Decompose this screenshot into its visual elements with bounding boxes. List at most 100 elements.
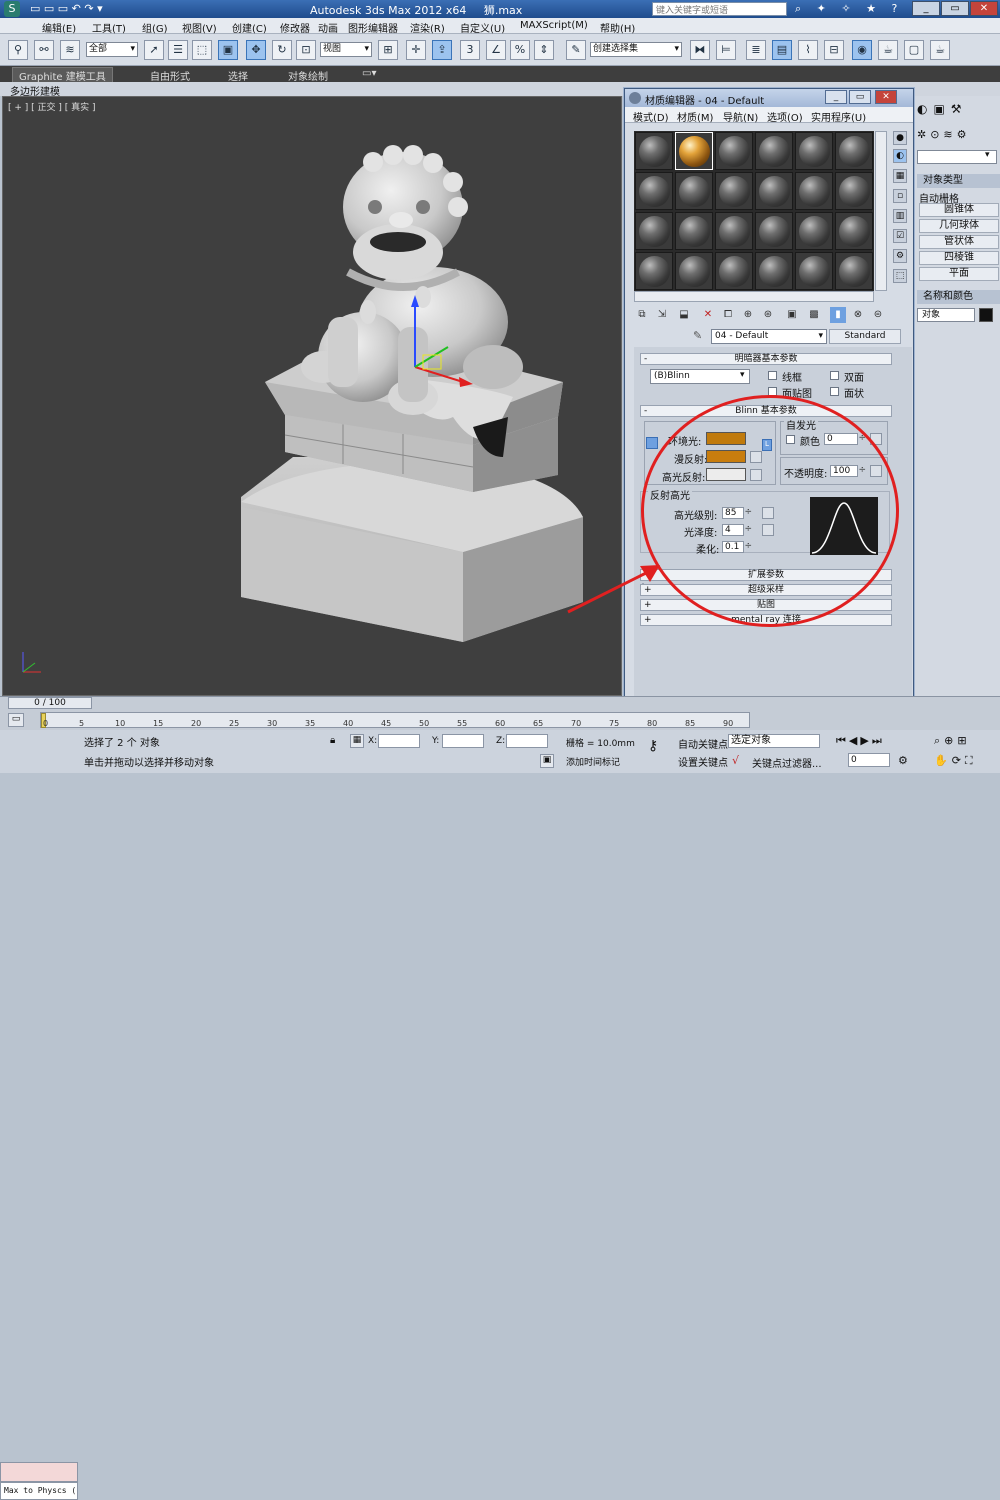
rect-selection-icon[interactable]: ⬚ bbox=[192, 40, 212, 60]
infocenter-icons[interactable]: ⌕ ✦ ✧ ★ ? bbox=[795, 2, 903, 16]
shader-dropdown[interactable]: (B)Blinn bbox=[650, 369, 750, 384]
ambient-color-swatch[interactable] bbox=[706, 432, 746, 445]
maxscript-listener-top[interactable] bbox=[0, 1462, 78, 1482]
ref-coord-dropdown[interactable]: 视图 bbox=[320, 42, 372, 57]
curve-editor-icon[interactable]: ⌇ bbox=[798, 40, 818, 60]
percent-snap-icon[interactable]: % bbox=[510, 40, 530, 60]
close-button[interactable]: ✕ bbox=[970, 1, 998, 16]
geosphere-button[interactable]: 几何球体 bbox=[919, 219, 999, 233]
menu-animation[interactable]: 动画 bbox=[318, 20, 338, 35]
selection-filter-dropdown[interactable]: 全部 bbox=[86, 42, 138, 57]
self-illum-spinner[interactable]: 0 bbox=[824, 433, 866, 445]
mated-menu-utilities[interactable]: 实用程序(U) bbox=[811, 109, 866, 124]
menu-edit[interactable]: 编辑(E) bbox=[42, 20, 76, 35]
perspective-viewport[interactable] bbox=[2, 96, 622, 696]
restore-button[interactable]: ▭ bbox=[941, 1, 969, 16]
rollout-name-color[interactable]: 名称和颜色 bbox=[917, 290, 1000, 304]
specular-map-button[interactable] bbox=[750, 469, 762, 481]
time-slider[interactable]: 0 / 100 bbox=[8, 697, 92, 709]
sample-slot[interactable] bbox=[835, 252, 873, 290]
slots-vertical-scrollbar[interactable] bbox=[875, 131, 887, 291]
dropdown-arrow-icon[interactable]: ▾ bbox=[985, 150, 997, 164]
maxscript-listener-input[interactable]: Max to Physcs ( bbox=[0, 1482, 78, 1500]
material-id-icon[interactable]: ⊛ bbox=[760, 307, 776, 323]
wire-checkbox[interactable] bbox=[768, 371, 777, 380]
self-illum-color-checkbox[interactable] bbox=[786, 435, 795, 444]
slots-horizontal-scrollbar[interactable] bbox=[634, 291, 874, 302]
cone-button[interactable]: 圆锥体 bbox=[919, 203, 999, 217]
sample-slot[interactable] bbox=[755, 172, 793, 210]
tab-freeform[interactable]: 自由形式 bbox=[150, 68, 190, 83]
opacity-spinner[interactable]: 100 bbox=[830, 465, 866, 477]
two-sided-checkbox[interactable] bbox=[830, 371, 839, 380]
schematic-view-icon[interactable]: ⊟ bbox=[824, 40, 844, 60]
sample-slot[interactable] bbox=[635, 132, 673, 170]
rollout-blinn-basic[interactable]: - Blinn 基本参数 bbox=[640, 405, 892, 417]
menu-graph-editors[interactable]: 图形编辑器 bbox=[348, 20, 398, 35]
track-bar[interactable]: 0 5 10 15 20 25 30 35 40 45 50 55 60 65 … bbox=[40, 712, 750, 728]
key-filters-button[interactable]: 关键点过滤器... bbox=[752, 755, 822, 770]
lock-ambient-diffuse-icon[interactable] bbox=[646, 437, 658, 449]
rollout-object-type[interactable]: 对象类型 bbox=[917, 174, 1000, 188]
key-icon[interactable]: ⚷ bbox=[648, 738, 658, 754]
make-preview-icon[interactable]: ☑ bbox=[893, 229, 907, 243]
sample-slot[interactable] bbox=[635, 212, 673, 250]
search-input[interactable]: 键入关键字或短语 bbox=[652, 2, 787, 16]
rollout-supersampling[interactable]: + 超级采样 bbox=[640, 584, 892, 596]
menu-tools[interactable]: 工具(T) bbox=[92, 20, 126, 35]
lock-selection-icon[interactable]: 🔒︎ bbox=[330, 735, 335, 746]
time-config-icon[interactable]: ⚙ bbox=[898, 754, 908, 767]
add-time-tag[interactable]: 添加时间标记 bbox=[566, 755, 620, 768]
mated-menu-options[interactable]: 选项(O) bbox=[767, 109, 803, 124]
edit-named-sel-icon[interactable]: ✎ bbox=[566, 40, 586, 60]
sample-slot-active[interactable] bbox=[675, 132, 713, 170]
tab-selection[interactable]: 选择 bbox=[228, 68, 248, 83]
mated-menu-navigation[interactable]: 导航(N) bbox=[723, 109, 758, 124]
render-setup-icon[interactable]: ☕ bbox=[878, 40, 898, 60]
app-logo-icon[interactable]: S bbox=[4, 1, 20, 17]
rendered-frame-icon[interactable]: ▢ bbox=[904, 40, 924, 60]
keyboard-shortcut-icon[interactable]: ⇪ bbox=[432, 40, 452, 60]
put-to-scene-icon[interactable]: ⇲ bbox=[654, 307, 670, 323]
mated-maximize-button[interactable]: ▭ bbox=[849, 90, 871, 104]
sample-slot[interactable] bbox=[795, 132, 833, 170]
lock-diffuse-specular-icon[interactable]: L bbox=[762, 439, 772, 451]
spinner-snap-icon[interactable]: ⇕ bbox=[534, 40, 554, 60]
menu-group[interactable]: 组(G) bbox=[142, 20, 168, 35]
show-map-icon[interactable]: ▣ bbox=[784, 307, 800, 323]
menu-views[interactable]: 视图(V) bbox=[182, 20, 217, 35]
layer-manager-icon[interactable]: ≣ bbox=[746, 40, 766, 60]
glossiness-map-button[interactable] bbox=[762, 524, 774, 536]
eyedropper-icon[interactable]: ✎ bbox=[693, 329, 702, 342]
z-coordinate-field[interactable] bbox=[506, 734, 548, 748]
material-editor-titlebar[interactable]: 材质编辑器 - 04 - Default _ ▭ ✕ bbox=[625, 89, 913, 107]
menu-help[interactable]: 帮助(H) bbox=[600, 20, 635, 35]
select-object-icon[interactable]: ➚ bbox=[144, 40, 164, 60]
viewport-nav-icons-2[interactable]: ✋⟳⛶ bbox=[934, 754, 977, 768]
ribbon-options-icon[interactable]: ▭▾ bbox=[362, 68, 376, 79]
sample-slot[interactable] bbox=[715, 212, 753, 250]
viewport-label[interactable]: [ + ] [ 正交 ] [ 真实 ] bbox=[8, 100, 96, 113]
sample-slot[interactable] bbox=[755, 252, 793, 290]
rollout-mental-ray[interactable]: + mental ray 连接 bbox=[640, 614, 892, 626]
rollout-shader-basic[interactable]: - 明暗器基本参数 bbox=[640, 353, 892, 365]
select-rotate-icon[interactable]: ↻ bbox=[272, 40, 292, 60]
sample-slot[interactable] bbox=[715, 252, 753, 290]
sample-slot[interactable] bbox=[795, 172, 833, 210]
viewport-nav-icons[interactable]: ⌕⊕⊞ bbox=[934, 734, 971, 748]
link-icon[interactable]: ⚲ bbox=[8, 40, 28, 60]
backlight-icon[interactable]: ◐ bbox=[893, 149, 907, 163]
menu-maxscript[interactable]: MAXScript(M) bbox=[520, 20, 588, 31]
material-editor-icon[interactable]: ◉ bbox=[852, 40, 872, 60]
angle-snap-icon[interactable]: ∠ bbox=[486, 40, 506, 60]
mated-menu-material[interactable]: 材质(M) bbox=[677, 109, 713, 124]
mated-menu-modes[interactable]: 模式(D) bbox=[633, 109, 669, 124]
sample-slot[interactable] bbox=[675, 212, 713, 250]
sample-slot[interactable] bbox=[835, 212, 873, 250]
opacity-map-button[interactable] bbox=[870, 465, 882, 477]
object-color-swatch[interactable] bbox=[979, 308, 993, 322]
sample-slot[interactable] bbox=[715, 172, 753, 210]
sample-slot[interactable] bbox=[675, 172, 713, 210]
sample-slot[interactable] bbox=[835, 132, 873, 170]
create-category-icons[interactable]: ✲⊙≋⚙ bbox=[917, 128, 971, 141]
